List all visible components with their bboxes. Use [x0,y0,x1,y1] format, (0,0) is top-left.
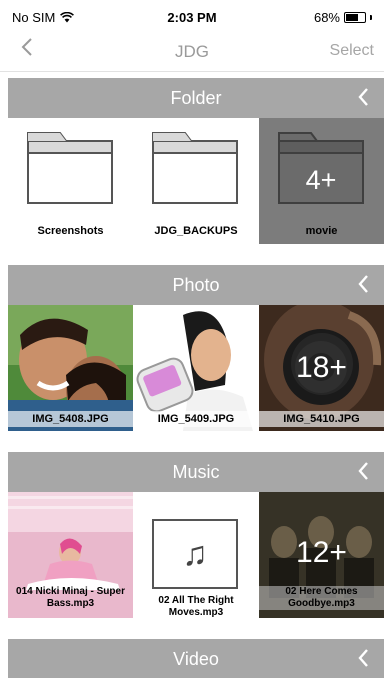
folder-icon [27,132,113,204]
battery-percent: 68% [313,10,340,25]
music-collapse-button[interactable] [356,458,370,491]
folder-label: Screenshots [37,225,104,237]
navigation-bar: JDG Select [0,30,384,72]
folder-section-title: Folder [170,88,222,108]
status-battery: 68% [314,10,372,25]
video-collapse-button[interactable] [356,645,370,678]
music-section-header[interactable]: Music [8,452,384,492]
video-section-header[interactable]: Video [8,639,384,678]
folder-item-movie-more[interactable]: 4+ movie [259,118,384,244]
chevron-left-icon [358,88,368,106]
photo-item[interactable]: IMG_5408.JPG [8,305,133,431]
music-filename: 02 Here Comes Goodbye.mp3 [259,586,384,610]
music-item[interactable]: 014 Nicki Minaj - Super Bass.mp3 [8,492,133,618]
music-filename: 014 Nicki Minaj - Super Bass.mp3 [16,586,125,609]
video-section-title: Video [173,649,219,669]
music-section-title: Music [172,462,220,482]
photo-grid: IMG_5408.JPG IMG_5409.JPG 18+ IMG_5410.J… [8,305,384,431]
chevron-left-icon [358,462,368,480]
more-count-badge: 18+ [296,351,347,384]
folder-item-jdg-backups[interactable]: JDG_BACKUPS [133,118,259,244]
chevron-left-icon [358,275,368,293]
music-item[interactable]: ♫ 02 All The Right Moves.mp3 [133,492,259,618]
status-bar: No SIM 2:03 PM 68% [0,0,384,30]
photo-item[interactable]: IMG_5409.JPG [133,305,259,431]
page-title: JDG [175,42,209,61]
photo-filename: IMG_5410.JPG [259,411,384,427]
select-button[interactable]: Select [330,42,374,60]
photo-item-more[interactable]: 18+ IMG_5410.JPG [259,305,384,431]
music-item-more[interactable]: 12+ 02 Here Comes Goodbye.mp3 [259,492,384,618]
music-note-icon: ♫ [152,519,238,589]
more-count-badge: 12+ [296,536,347,569]
battery-tip [370,15,372,20]
photo-collapse-button[interactable] [356,271,370,304]
photo-filename: IMG_5408.JPG [8,411,133,427]
photo-filename: IMG_5409.JPG [133,411,259,427]
music-filename: 02 All The Right Moves.mp3 [158,595,234,618]
folder-icon [152,132,238,204]
folder-grid: Screenshots JDG_BACKUPS 4+ movie [8,118,384,244]
music-grid: 014 Nicki Minaj - Super Bass.mp3 ♫ 02 Al… [8,492,384,618]
chevron-left-icon [358,649,368,667]
photo-section-title: Photo [172,275,220,295]
folder-label: JDG_BACKUPS [154,225,238,237]
folder-section-header[interactable]: Folder [8,78,384,118]
folder-label: movie [305,225,338,237]
more-count-badge: 4+ [305,165,337,195]
battery-icon [344,12,366,23]
folder-item-screenshots[interactable]: Screenshots [8,118,133,244]
battery-level-fill [346,14,359,21]
photo-section-header[interactable]: Photo [8,265,384,305]
music-note-glyph: ♫ [182,535,208,573]
folder-collapse-button[interactable] [356,84,370,117]
